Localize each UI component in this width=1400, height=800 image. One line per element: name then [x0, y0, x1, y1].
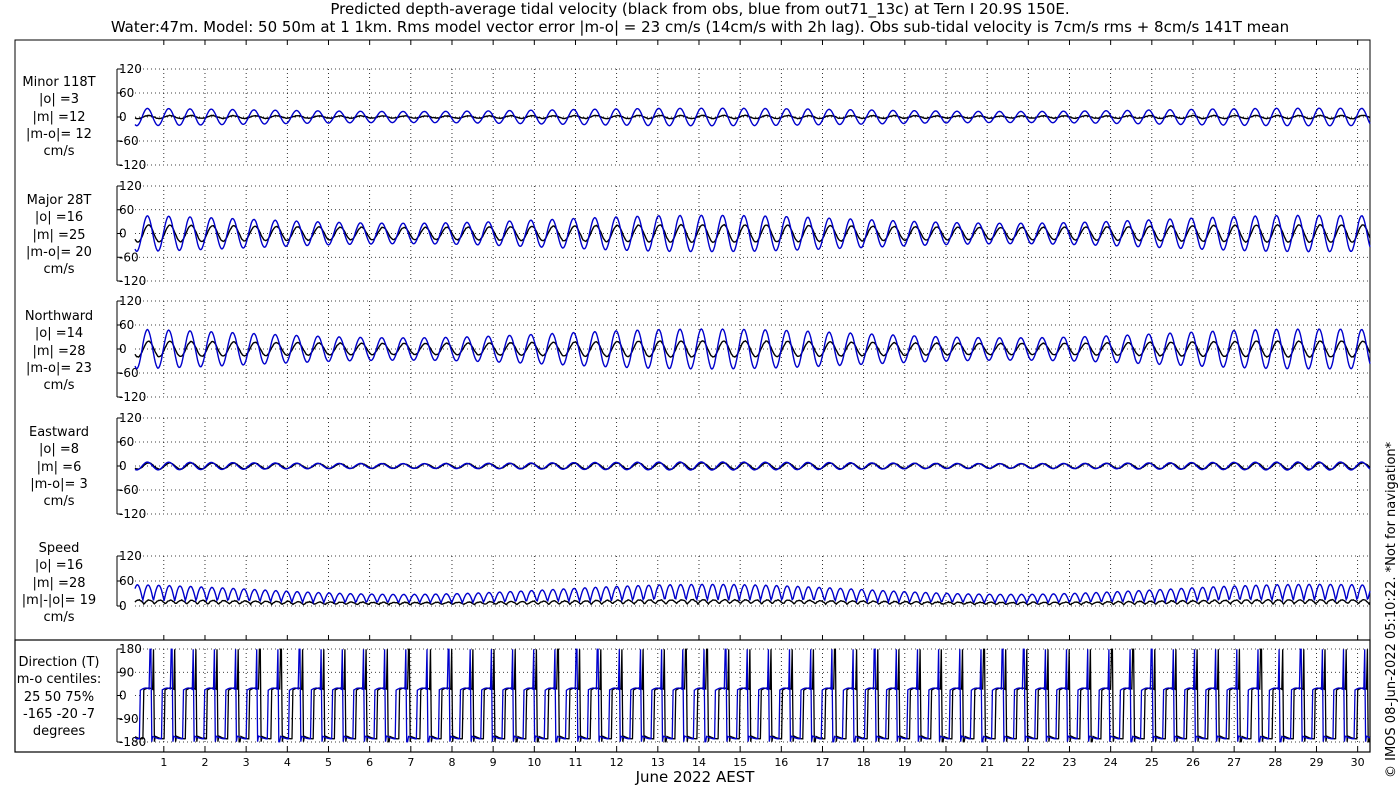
- direction-units: degrees: [32, 724, 86, 740]
- eastward-error: |m-o|= 3: [30, 476, 88, 492]
- panel-label-minor: Minor 118T |o| =3 |m| =12 |m-o|= 12 cm/s: [0, 74, 118, 160]
- model-series-line: [134, 328, 1371, 370]
- northward-obs: |o| =14: [34, 326, 84, 342]
- minor-model: |m| =12: [32, 109, 86, 125]
- x-tick-label: 8: [448, 756, 455, 769]
- x-tick-label: 27: [1227, 756, 1241, 769]
- x-tick-label: 21: [980, 756, 994, 769]
- y-tick-label: -120: [119, 507, 146, 521]
- major-obs: |o| =16: [34, 210, 84, 226]
- tidal-velocity-chart: 1 2 3 4 5 6 7 8 9 10 11 12 13 14 15 16 17 18 19 20 21 22 23 24 2…: [14, 39, 1371, 769]
- panel-label-northward: Northward |o| =14 |m| =28 |m-o|= 23 cm/s: [0, 308, 118, 394]
- x-tick-label: 10: [527, 756, 541, 769]
- eastward-obs: |o| =8: [38, 442, 79, 458]
- direction-centiles-header: 25 50 75%: [23, 689, 95, 705]
- northward-error: |m-o|= 23: [26, 360, 92, 376]
- speed-model: |m| =28: [32, 575, 86, 591]
- x-tick-label: 5: [325, 756, 332, 769]
- speed-error: |m|-|o|= 19: [21, 592, 97, 608]
- model-direction-line: [134, 648, 1371, 743]
- x-tick-label: 30: [1351, 756, 1365, 769]
- minor-obs: |o| =3: [38, 92, 79, 108]
- y-tick-label: 90: [119, 665, 134, 679]
- y-tick-label: 0: [119, 110, 127, 124]
- y-tick-label: 120: [119, 549, 142, 563]
- y-tick-label: 0: [119, 342, 127, 356]
- x-tick-label: 9: [490, 756, 497, 769]
- x-tick-label: 7: [407, 756, 414, 769]
- y-tick-label: 60: [119, 574, 134, 588]
- y-tick-label: 180: [119, 642, 142, 656]
- speed-title: Speed: [38, 541, 80, 556]
- x-tick-label: 23: [1062, 756, 1076, 769]
- y-tick-label: -120: [119, 274, 146, 288]
- x-tick-label: 4: [284, 756, 291, 769]
- eastward-units: cm/s: [43, 494, 75, 510]
- direction-title: Direction (T): [18, 655, 100, 670]
- y-tick-label: -120: [119, 390, 146, 404]
- speed-obs: |o| =16: [34, 558, 84, 574]
- x-tick-label: 1: [160, 756, 167, 769]
- x-tick-label: 29: [1309, 756, 1323, 769]
- northward-units: cm/s: [43, 378, 75, 394]
- y-tick-label: 120: [119, 179, 142, 193]
- major-units: cm/s: [43, 262, 75, 278]
- x-tick-label: 25: [1145, 756, 1159, 769]
- major-title: Major 28T: [26, 193, 92, 208]
- y-tick-label: 120: [119, 62, 142, 76]
- eastward-title: Eastward: [28, 425, 90, 440]
- minor-units: cm/s: [43, 144, 75, 160]
- y-tick-label: -120: [119, 158, 146, 172]
- model-series-line: [134, 583, 1371, 605]
- panel-label-speed: Speed |o| =16 |m| =28 |m|-|o|= 19 cm/s: [0, 540, 118, 626]
- panel-label-direction: Direction (T) m-o centiles: 25 50 75% -1…: [0, 654, 118, 740]
- copyright-notice: © IMOS 08-Jun-2022 05:10:22. *Not for na…: [1384, 441, 1399, 778]
- major-model: |m| =25: [32, 227, 86, 243]
- x-tick-label: 28: [1268, 756, 1282, 769]
- direction-centiles-values: -165 -20 -7: [23, 706, 95, 722]
- x-tick-label: 3: [243, 756, 250, 769]
- panel-label-major: Major 28T |o| =16 |m| =25 |m-o|= 20 cm/s: [0, 192, 118, 278]
- y-tick-label: 120: [119, 294, 142, 308]
- x-tick-label: 24: [1104, 756, 1118, 769]
- y-tick-label: 0: [119, 459, 127, 473]
- y-tick-label: 60: [119, 86, 134, 100]
- obs-series-line: [134, 598, 1371, 606]
- y-tick-label: -180: [119, 735, 146, 749]
- speed-units: cm/s: [43, 610, 75, 626]
- minor-error: |m-o|= 12: [26, 126, 92, 142]
- x-tick-label: 19: [898, 756, 912, 769]
- northward-title: Northward: [24, 309, 94, 324]
- model-series-line: [134, 107, 1371, 127]
- x-tick-label: 20: [939, 756, 953, 769]
- x-tick-label: 22: [1021, 756, 1035, 769]
- major-error: |m-o|= 20: [26, 244, 92, 260]
- model-series-line: [134, 214, 1371, 253]
- y-tick-label: 0: [119, 599, 127, 613]
- panel-label-eastward: Eastward |o| =8 |m| =6 |m-o|= 3 cm/s: [0, 424, 118, 510]
- y-tick-label: 60: [119, 435, 134, 449]
- x-tick-label: 26: [1186, 756, 1200, 769]
- y-tick-label: 60: [119, 318, 134, 332]
- y-tick-label: 120: [119, 411, 142, 425]
- direction-centiles-label: m-o centiles:: [16, 672, 102, 688]
- y-tick-label: 0: [119, 689, 127, 703]
- minor-title: Minor 118T: [22, 75, 96, 90]
- eastward-model: |m| =6: [36, 459, 82, 475]
- y-tick-label: 60: [119, 203, 134, 217]
- x-tick-label: 18: [857, 756, 871, 769]
- x-tick-label: 2: [201, 756, 208, 769]
- northward-model: |m| =28: [32, 343, 86, 359]
- x-tick-label: 6: [366, 756, 373, 769]
- x-axis-label: June 2022 AEST: [635, 768, 755, 786]
- y-tick-label: 0: [119, 227, 127, 241]
